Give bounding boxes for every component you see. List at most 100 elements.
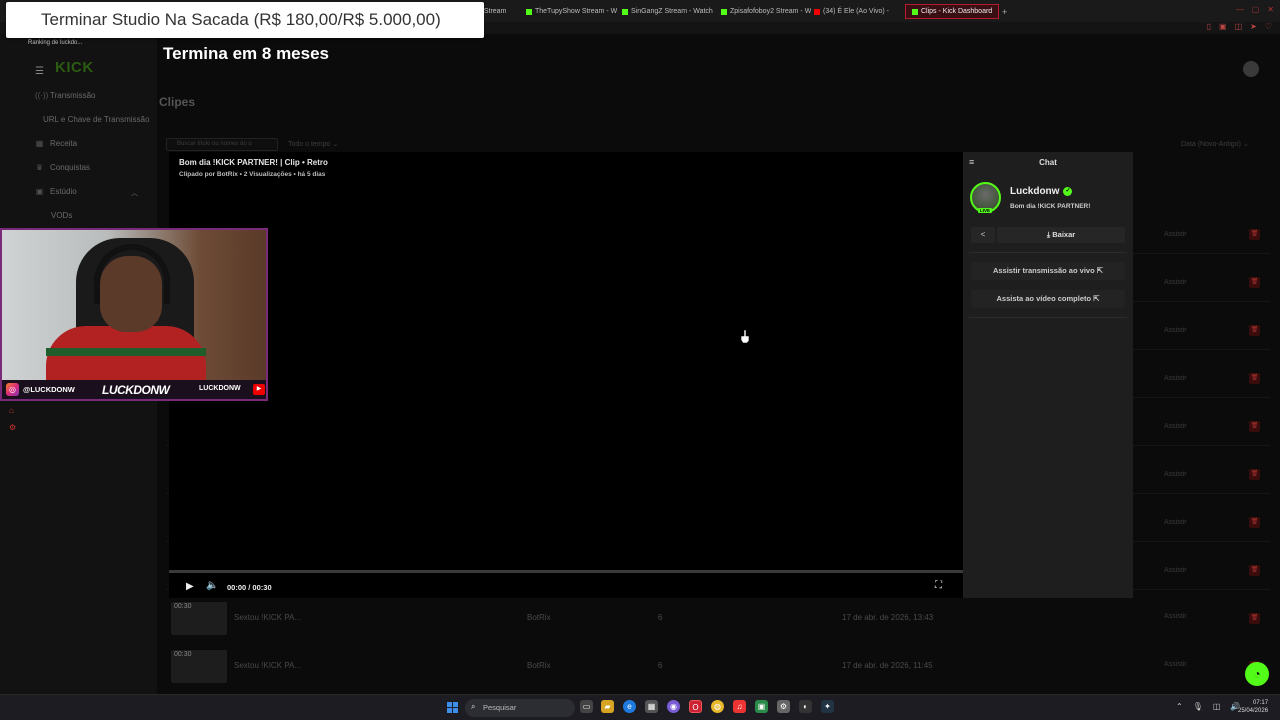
steam-icon[interactable]: ✦ — [821, 700, 834, 713]
delete-icon[interactable]: 🗑 — [1249, 277, 1260, 288]
share-button[interactable]: < — [971, 227, 995, 243]
sidebar-item-conquistas[interactable]: ♛ Conquistas — [35, 163, 90, 172]
taskbar-search-input[interactable]: Pesquisar — [465, 699, 575, 717]
watch-live-label: Assistir transmissão ao vivo — [992, 266, 1095, 275]
network-icon[interactable]: ◫ — [1213, 702, 1221, 711]
help-chat-button[interactable]: ◔ — [1245, 662, 1269, 686]
browser-tab[interactable]: Zpisafofoboy2 Stream - W — [721, 4, 811, 19]
play-icon[interactable]: ▶ — [186, 581, 194, 592]
settings-app-icon[interactable]: ⚙ — [777, 700, 790, 713]
sidebar-item-transmissao[interactable]: ((·)) Transmissão — [35, 91, 96, 100]
screenshot-icon[interactable]: ◫ — [1235, 22, 1243, 31]
opera-gx-icon[interactable]: O — [689, 700, 702, 713]
external-link-icon: ⇱ — [1096, 266, 1104, 275]
watch-link[interactable]: Assistir — [1164, 519, 1187, 526]
kick-favicon-icon — [526, 8, 532, 15]
clip-video-player[interactable]: Bom dia !KICK PARTNER! | Clip • Retro Cl… — [169, 152, 963, 598]
watch-link[interactable]: Assistir — [1164, 661, 1187, 668]
time-filter-dropdown[interactable]: Todo o tempo ⌄ — [288, 138, 338, 151]
streamer-name[interactable]: Luckdonw ✓ — [1010, 186, 1073, 197]
download-button[interactable]: ⤓ Baixar — [997, 227, 1125, 243]
sidebar-item-stream-key[interactable]: URL e Chave de Transmissão — [43, 115, 155, 124]
home-icon[interactable]: ⌂ — [9, 406, 14, 415]
windows-start-icon[interactable] — [447, 702, 458, 713]
delete-icon[interactable]: 🗑 — [1249, 229, 1260, 240]
delete-icon[interactable]: 🗑 — [1249, 613, 1260, 624]
kick-favicon-icon — [912, 8, 918, 15]
sidebar-item-label: Transmissão — [50, 91, 96, 100]
share-icon: < — [980, 230, 986, 239]
chat-bubble-icon: ◔ — [1253, 667, 1261, 681]
browser-toolbar-icons: ▯ ▣ ◫ ➤ ♡ — [1207, 22, 1272, 31]
browser-tab[interactable]: TheTupyShow Stream - W — [526, 4, 617, 19]
sidebar-item-estudio[interactable]: ▣ Estúdio — [35, 187, 77, 196]
task-view-icon[interactable]: ▭ — [580, 700, 593, 713]
ranking-widget: Ranking de luckdo... — [28, 40, 83, 46]
webcam-video — [2, 230, 266, 386]
sort-dropdown[interactable]: Data (Novo-Antigo) ⌄ — [1181, 140, 1249, 148]
watch-link[interactable]: Assistir — [1164, 375, 1187, 382]
delete-icon[interactable]: 🗑 — [1249, 421, 1260, 432]
clip-player-title: Bom dia !KICK PARTNER! | Clip • Retro — [179, 158, 328, 167]
search-input[interactable]: Buscar título ou nomes do u — [166, 138, 278, 151]
delete-icon[interactable]: 🗑 — [1249, 373, 1260, 384]
hamburger-menu-icon[interactable]: ☰ — [35, 66, 44, 77]
watch-link[interactable]: Assistir — [1164, 279, 1187, 286]
chevron-up-icon[interactable]: ⌃ — [1176, 702, 1183, 711]
watch-link[interactable]: Assistir — [1164, 613, 1187, 620]
edge-icon[interactable]: e — [623, 700, 636, 713]
sidebar-item-label: Estúdio — [50, 187, 77, 196]
clip-thumbnail[interactable]: 00:30 — [171, 602, 227, 635]
watch-link[interactable]: Assistir — [1164, 471, 1187, 478]
table-row[interactable]: 00:30 Sextou !KICK PA... BotRix 6 17 de … — [166, 598, 1270, 638]
watch-link[interactable]: Assistir — [1164, 231, 1187, 238]
obs-icon[interactable]: ◐ — [799, 700, 812, 713]
sidebar-item-vods[interactable]: VODs — [51, 211, 163, 220]
system-clock[interactable]: 07:17 25/04/2026 — [1238, 699, 1268, 715]
watch-link[interactable]: Assistir — [1164, 327, 1187, 334]
kick-logo[interactable]: KICK — [55, 59, 94, 76]
verified-icon: ✓ — [1063, 187, 1073, 196]
microphone-icon[interactable]: 🎙 — [1193, 702, 1203, 711]
watch-full-video-button[interactable]: Assista ao vídeo completo ⇱ — [971, 290, 1125, 308]
music-icon[interactable]: ♫ — [733, 700, 746, 713]
file-explorer-icon[interactable]: ▰ — [601, 700, 614, 713]
send-icon[interactable]: ➤ — [1250, 22, 1257, 31]
browser-tab[interactable]: (34) É Ele (Ao Vivo) - — [814, 4, 889, 19]
bookmark-icon[interactable]: ▯ — [1207, 22, 1211, 31]
delete-icon[interactable]: 🗑 — [1249, 565, 1260, 576]
watch-link[interactable]: Assistir — [1164, 567, 1187, 574]
table-row[interactable]: 00:30 Sextou !KICK PA... BotRix 6 17 de … — [166, 646, 1270, 686]
clip-views: 6 — [658, 661, 663, 670]
app-icon[interactable]: ▣ — [755, 700, 768, 713]
sidebar-item-receita[interactable]: ▦ Receita — [35, 139, 77, 148]
maximize-icon[interactable]: ▢ — [1252, 5, 1260, 14]
download-label: Baixar — [1052, 230, 1076, 239]
minimize-icon[interactable]: — — [1236, 5, 1244, 14]
close-icon[interactable]: ✕ — [1267, 5, 1274, 14]
divider — [969, 252, 1127, 253]
new-tab-button[interactable]: + — [1002, 4, 1007, 19]
chevron-up-icon[interactable]: ︿ — [131, 188, 138, 198]
panel-title: Chat — [1039, 158, 1057, 167]
watch-link[interactable]: Assistir — [1164, 423, 1187, 430]
store-icon[interactable]: ▦ — [645, 700, 658, 713]
chrome-icon[interactable]: ◍ — [711, 700, 724, 713]
delete-icon[interactable]: 🗑 — [1249, 517, 1260, 528]
youtube-icon: ▶ — [253, 384, 265, 395]
watch-live-button[interactable]: Assistir transmissão ao vivo ⇱ — [971, 262, 1125, 280]
clip-thumbnail[interactable]: 00:30 — [171, 650, 227, 683]
video-progress-bar[interactable] — [169, 570, 963, 573]
heart-icon[interactable]: ♡ — [1265, 22, 1272, 31]
browser-tab-active[interactable]: Clips - Kick Dashboard — [905, 4, 1000, 19]
discord-icon[interactable]: ◉ — [667, 700, 680, 713]
delete-icon[interactable]: 🗑 — [1249, 469, 1260, 480]
delete-icon[interactable]: 🗑 — [1249, 325, 1260, 336]
user-avatar[interactable] — [1243, 61, 1259, 77]
volume-icon[interactable]: 🔈 — [206, 580, 218, 591]
extensions-icon[interactable]: ▣ — [1219, 22, 1227, 31]
kick-favicon-icon — [622, 8, 628, 15]
settings-icon[interactable]: ⚙ — [9, 423, 16, 432]
fullscreen-icon[interactable]: ⛶ — [935, 580, 942, 591]
browser-tab[interactable]: SinGangZ Stream - Watch — [622, 4, 713, 19]
